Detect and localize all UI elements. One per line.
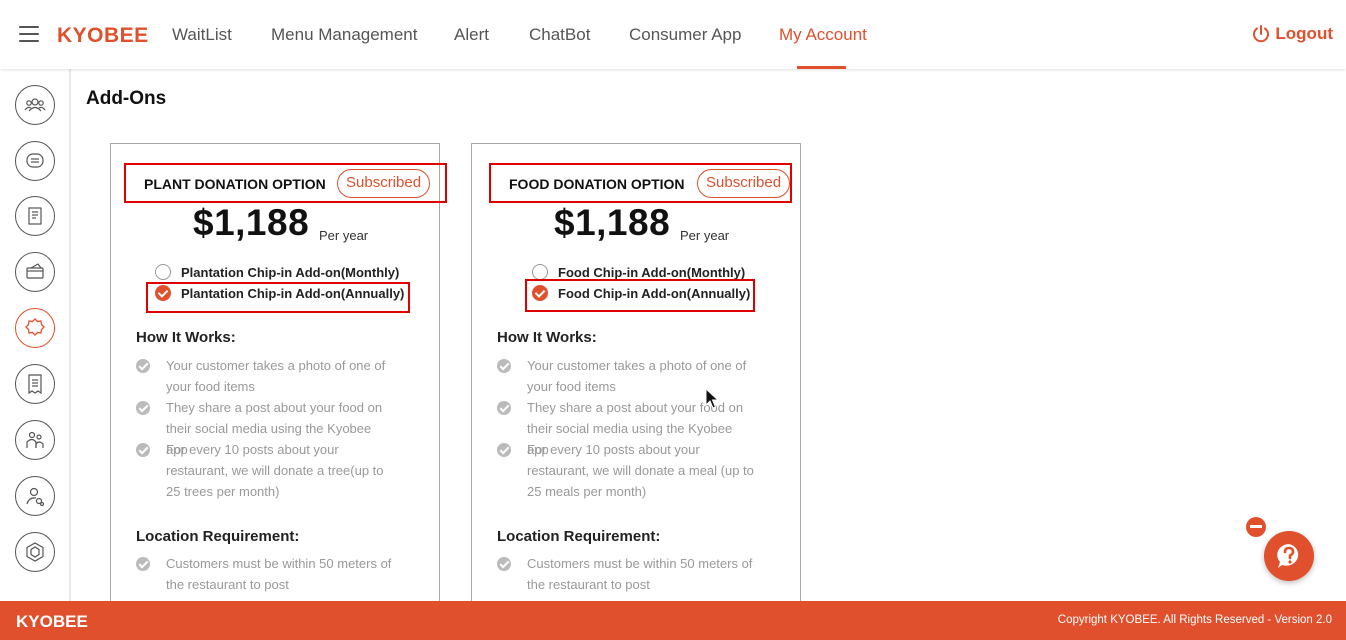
option-label: Food Chip-in Add-on(Monthly) <box>558 264 746 280</box>
logout-button[interactable]: Logout <box>1251 24 1333 44</box>
sidebar-item-integrations[interactable] <box>15 532 55 572</box>
sidebar-item-chat[interactable] <box>15 141 55 181</box>
location-requirement-title: Location Requirement: <box>497 528 661 545</box>
card-title: PLANT DONATION OPTION <box>144 176 326 192</box>
how-item: For every 10 posts about your restaurant… <box>136 439 396 502</box>
option-monthly[interactable]: Food Chip-in Add-on(Monthly) <box>532 264 745 280</box>
sidebar-item-add-ons[interactable] <box>15 308 55 348</box>
top-nav: KYOBEE WaitList Menu Management Alert Ch… <box>0 0 1346 69</box>
how-item: For every 10 posts about your restaurant… <box>497 439 757 502</box>
subscribed-badge: Subscribed <box>337 169 431 198</box>
hexagon-icon <box>26 542 44 562</box>
option-monthly[interactable]: Plantation Chip-in Add-on(Monthly) <box>155 264 399 280</box>
receipt-icon <box>28 374 42 395</box>
badge-icon <box>25 318 45 336</box>
footer-copyright: Copyright KYOBEE. All Rights Reserved - … <box>1057 614 1332 626</box>
price-period: Per year <box>319 228 369 243</box>
check-icon <box>497 443 511 457</box>
nav-my-account[interactable]: My Account <box>779 25 867 45</box>
price: $1,188 <box>193 202 310 243</box>
option-annually[interactable]: Food Chip-in Add-on(Annually) <box>532 285 750 301</box>
sidebar-item-menu[interactable] <box>15 196 55 236</box>
sidebar-item-users[interactable] <box>15 85 55 125</box>
hamburger-menu-icon[interactable] <box>19 26 39 42</box>
radio-checked-icon[interactable] <box>532 285 548 301</box>
check-icon <box>497 401 511 415</box>
help-chat-button[interactable] <box>1264 531 1314 581</box>
active-tab-indicator <box>797 66 846 69</box>
how-it-works-title: How It Works: <box>136 329 236 346</box>
radio-checked-icon[interactable] <box>155 285 171 301</box>
sidebar-item-receipts[interactable] <box>15 364 55 404</box>
user-link-icon <box>26 487 45 507</box>
card-title: FOOD DONATION OPTION <box>509 176 685 192</box>
location-requirement-title: Location Requirement: <box>136 528 300 545</box>
sidebar-item-payment[interactable] <box>15 252 55 292</box>
how-it-works-title: How It Works: <box>497 329 597 346</box>
menu-icon <box>28 207 42 225</box>
footer-brand: KYOBEE <box>16 612 88 631</box>
plant-donation-card: PLANT DONATION OPTION Subscribed $1,188 … <box>110 143 447 613</box>
check-icon <box>136 557 150 571</box>
logout-label: Logout <box>1275 24 1333 43</box>
option-label: Food Chip-in Add-on(Annually) <box>558 285 751 301</box>
page-title: Add-Ons <box>86 88 167 109</box>
how-item: Your customer takes a photo of one of yo… <box>136 355 396 397</box>
nav-menu-management[interactable]: Menu Management <box>271 25 417 45</box>
nav-waitlist[interactable]: WaitList <box>172 25 232 45</box>
users-icon <box>24 98 46 112</box>
sidebar <box>0 69 71 601</box>
footer: KYOBEE Copyright KYOBEE. All Rights Rese… <box>0 601 1346 640</box>
brand-logo[interactable]: KYOBEE <box>57 24 149 48</box>
subscribed-badge: Subscribed <box>697 169 791 198</box>
nav-chatbot[interactable]: ChatBot <box>529 25 590 45</box>
check-icon <box>136 443 150 457</box>
chat-close-icon[interactable] <box>1246 517 1266 537</box>
nav-alert[interactable]: Alert <box>454 25 489 45</box>
price-period: Per year <box>680 228 730 243</box>
location-item: Customers must be within 50 meters of th… <box>497 553 757 595</box>
family-icon <box>26 431 44 448</box>
radio-unchecked-icon[interactable] <box>155 264 171 280</box>
card-header-highlight: FOOD DONATION OPTION Subscribed <box>489 163 792 203</box>
location-item: Customers must be within 50 meters of th… <box>136 553 396 595</box>
check-icon <box>497 359 511 373</box>
chat-icon <box>26 153 44 168</box>
food-donation-card: FOOD DONATION OPTION Subscribed $1,188 P… <box>471 143 801 613</box>
question-chat-icon <box>1277 544 1299 568</box>
card-icon <box>26 263 44 279</box>
check-icon <box>497 557 511 571</box>
check-icon <box>136 401 150 415</box>
check-icon <box>136 359 150 373</box>
option-label: Plantation Chip-in Add-on(Annually) <box>181 285 405 301</box>
option-label: Plantation Chip-in Add-on(Monthly) <box>181 264 400 280</box>
nav-consumer-app[interactable]: Consumer App <box>629 25 741 45</box>
option-annually[interactable]: Plantation Chip-in Add-on(Annually) <box>155 285 404 301</box>
card-header-highlight: PLANT DONATION OPTION Subscribed <box>124 163 447 203</box>
power-icon <box>1253 25 1270 43</box>
sidebar-item-family[interactable] <box>15 420 55 460</box>
radio-unchecked-icon[interactable] <box>532 264 548 280</box>
mouse-cursor-icon <box>705 388 720 409</box>
sidebar-item-user-link[interactable] <box>15 476 55 516</box>
price: $1,188 <box>554 202 671 243</box>
